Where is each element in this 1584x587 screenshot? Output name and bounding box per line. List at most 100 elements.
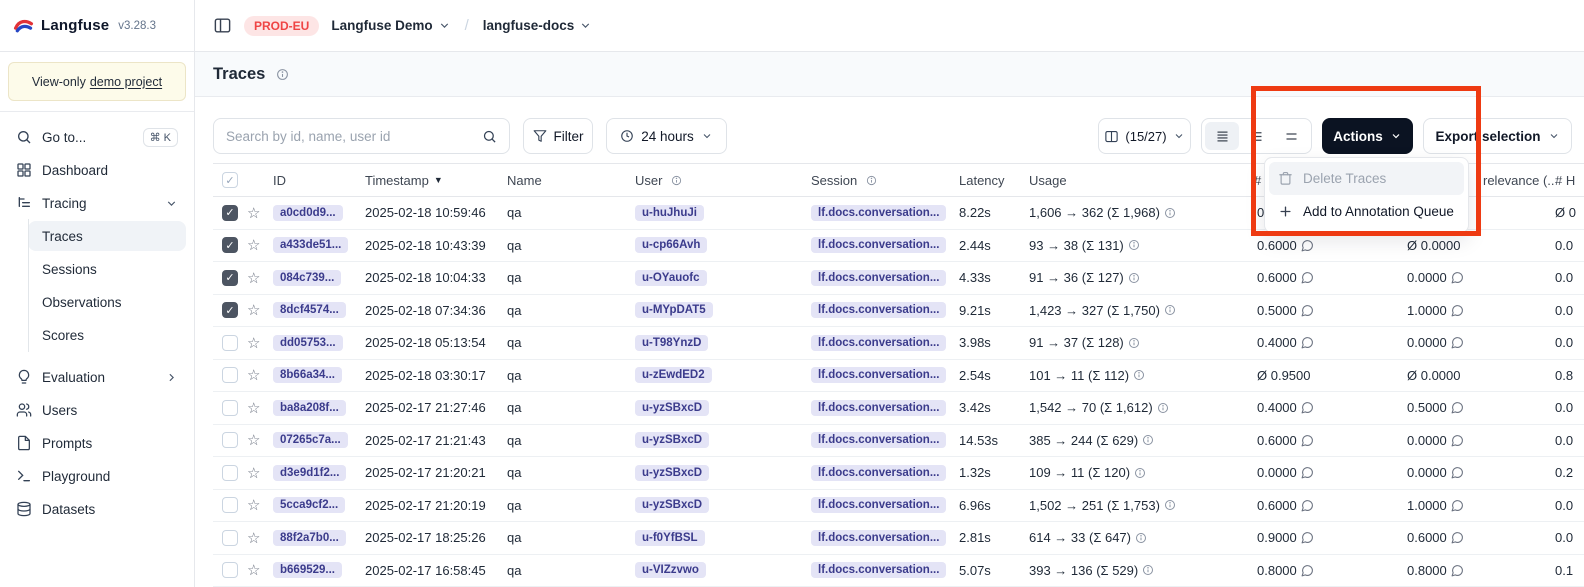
user-badge[interactable]: u-cp66Avh xyxy=(635,237,707,253)
table-row[interactable]: ☆ 88f2a7b0... 2025-02-17 18:25:26 qa u-f… xyxy=(213,522,1584,555)
trace-id-badge[interactable]: 07265c7a... xyxy=(273,432,348,448)
user-badge[interactable]: u-T98YnzD xyxy=(635,335,708,351)
menu-item-add-to-annotation-queue[interactable]: Add to Annotation Queue xyxy=(1269,195,1464,228)
table-row[interactable]: ☆ d3e9d1f2... 2025-02-17 21:20:21 qa u-y… xyxy=(213,457,1584,490)
row-checkbox[interactable] xyxy=(222,335,238,351)
row-checkbox[interactable] xyxy=(222,400,238,416)
row-checkbox[interactable] xyxy=(222,562,238,578)
user-badge[interactable]: u-yzSBxcD xyxy=(635,432,709,448)
table-row[interactable]: ☆ 5cca9cf2... 2025-02-17 21:20:19 qa u-y… xyxy=(213,490,1584,523)
user-badge[interactable]: u-yzSBxcD xyxy=(635,497,709,513)
bookmark-star-icon[interactable]: ☆ xyxy=(247,561,260,579)
row-height-large-button[interactable] xyxy=(1274,122,1308,150)
sidebar-item-traces[interactable]: Traces xyxy=(28,221,186,251)
search-input[interactable] xyxy=(226,129,474,144)
sidebar-item-scores[interactable]: Scores xyxy=(28,320,186,350)
user-badge[interactable]: u-MYpDAT5 xyxy=(635,302,713,318)
actions-button[interactable]: Actions xyxy=(1322,118,1413,154)
col-header-name[interactable]: Name xyxy=(507,173,635,188)
trace-id-badge[interactable]: 084c739... xyxy=(273,270,341,286)
session-badge[interactable]: lf.docs.conversation... xyxy=(811,400,946,416)
user-badge[interactable]: u-zEwdED2 xyxy=(635,367,712,383)
user-badge[interactable]: u-f0YfBSL xyxy=(635,530,705,546)
row-checkbox[interactable] xyxy=(222,367,238,383)
user-badge[interactable]: u-VIZzvwo xyxy=(635,562,706,578)
bookmark-star-icon[interactable]: ☆ xyxy=(247,399,260,417)
bookmark-star-icon[interactable]: ☆ xyxy=(247,204,260,222)
session-badge[interactable]: lf.docs.conversation... xyxy=(811,562,946,578)
sidebar-item-dashboard[interactable]: Dashboard xyxy=(8,155,186,185)
bookmark-star-icon[interactable]: ☆ xyxy=(247,464,260,482)
trace-id-badge[interactable]: 8dcf4574... xyxy=(273,302,346,318)
session-badge[interactable]: lf.docs.conversation... xyxy=(811,302,946,318)
project-breadcrumb[interactable]: langfuse-docs xyxy=(483,18,593,33)
trace-id-badge[interactable]: a0cd0d9... xyxy=(273,205,343,221)
bookmark-star-icon[interactable]: ☆ xyxy=(247,529,260,547)
sidebar-item-goto[interactable]: Go to...⌘ K xyxy=(8,122,186,152)
trace-id-badge[interactable]: d3e9d1f2... xyxy=(273,465,346,481)
user-badge[interactable]: u-yzSBxcD xyxy=(635,465,709,481)
sidebar-item-tracing[interactable]: Tracing xyxy=(8,188,186,218)
bookmark-star-icon[interactable]: ☆ xyxy=(247,334,260,352)
row-checkbox[interactable]: ✓ xyxy=(222,237,238,253)
row-checkbox[interactable]: ✓ xyxy=(222,270,238,286)
bookmark-star-icon[interactable]: ☆ xyxy=(247,366,260,384)
bookmark-star-icon[interactable]: ☆ xyxy=(247,269,260,287)
session-badge[interactable]: lf.docs.conversation... xyxy=(811,335,946,351)
row-height-compact-button[interactable] xyxy=(1205,122,1239,150)
table-row[interactable]: ✓ ☆ a433de51... 2025-02-18 10:43:39 qa u… xyxy=(213,230,1584,263)
table-row[interactable]: ☆ b669529... 2025-02-17 16:58:45 qa u-VI… xyxy=(213,555,1584,587)
sidebar-item-observations[interactable]: Observations xyxy=(28,287,186,317)
filter-button[interactable]: Filter xyxy=(523,118,593,154)
row-checkbox[interactable] xyxy=(222,432,238,448)
row-height-medium-button[interactable] xyxy=(1240,122,1274,150)
trace-id-badge[interactable]: 5cca9cf2... xyxy=(273,497,345,513)
demo-project-link[interactable]: demo project xyxy=(90,75,162,89)
row-checkbox[interactable] xyxy=(222,465,238,481)
row-checkbox[interactable] xyxy=(222,497,238,513)
search-icon[interactable] xyxy=(474,129,509,144)
sidebar-item-playground[interactable]: Playground xyxy=(8,461,186,491)
col-header-score4[interactable]: # H xyxy=(1555,173,1584,188)
export-selection-button[interactable]: Export selection xyxy=(1423,118,1572,154)
session-badge[interactable]: lf.docs.conversation... xyxy=(811,432,946,448)
table-row[interactable]: ✓ ☆ 8dcf4574... 2025-02-18 07:34:36 qa u… xyxy=(213,295,1584,328)
col-header-usage[interactable]: Usage xyxy=(1029,173,1251,188)
sidebar-item-prompts[interactable]: Prompts xyxy=(8,428,186,458)
trace-id-badge[interactable]: b669529... xyxy=(273,562,342,578)
table-row[interactable]: ☆ ba8a208f... 2025-02-17 21:27:46 qa u-y… xyxy=(213,392,1584,425)
column-visibility-button[interactable]: (15/27) xyxy=(1098,118,1191,154)
trace-id-badge[interactable]: 88f2a7b0... xyxy=(273,530,346,546)
row-checkbox[interactable]: ✓ xyxy=(222,205,238,221)
table-row[interactable]: ☆ dd05753... 2025-02-18 05:13:54 qa u-T9… xyxy=(213,327,1584,360)
user-badge[interactable]: u-huJhuJi xyxy=(635,205,704,221)
col-header-relevance[interactable]: relevance (... xyxy=(1483,173,1555,188)
session-badge[interactable]: lf.docs.conversation... xyxy=(811,465,946,481)
sidebar-item-datasets[interactable]: Datasets xyxy=(8,494,186,524)
sidebar-toggle-icon[interactable] xyxy=(213,16,232,35)
session-badge[interactable]: lf.docs.conversation... xyxy=(811,367,946,383)
time-range-button[interactable]: 24 hours xyxy=(606,118,727,154)
bookmark-star-icon[interactable]: ☆ xyxy=(247,496,260,514)
trace-id-badge[interactable]: a433de51... xyxy=(273,237,348,253)
session-badge[interactable]: lf.docs.conversation... xyxy=(811,497,946,513)
col-header-timestamp[interactable]: Timestamp▼ xyxy=(365,173,507,188)
bookmark-star-icon[interactable]: ☆ xyxy=(247,236,260,254)
session-badge[interactable]: lf.docs.conversation... xyxy=(811,205,946,221)
sidebar-item-users[interactable]: Users xyxy=(8,395,186,425)
trace-id-badge[interactable]: 8b66a34... xyxy=(273,367,342,383)
col-header-id[interactable]: ID xyxy=(273,173,365,188)
table-row[interactable]: ☆ 07265c7a... 2025-02-17 21:21:43 qa u-y… xyxy=(213,425,1584,458)
bookmark-star-icon[interactable]: ☆ xyxy=(247,431,260,449)
session-badge[interactable]: lf.docs.conversation... xyxy=(811,237,946,253)
menu-item-delete-traces[interactable]: Delete Traces xyxy=(1269,162,1464,195)
table-row[interactable]: ☆ 8b66a34... 2025-02-18 03:30:17 qa u-zE… xyxy=(213,360,1584,393)
sidebar-item-sessions[interactable]: Sessions xyxy=(28,254,186,284)
select-all-checkbox[interactable]: ✓ xyxy=(222,172,238,188)
session-badge[interactable]: lf.docs.conversation... xyxy=(811,530,946,546)
col-header-user[interactable]: User xyxy=(635,173,811,188)
col-header-latency[interactable]: Latency xyxy=(959,173,1029,188)
trace-id-badge[interactable]: ba8a208f... xyxy=(273,400,346,416)
row-checkbox[interactable]: ✓ xyxy=(222,302,238,318)
org-breadcrumb[interactable]: Langfuse Demo xyxy=(331,18,450,33)
